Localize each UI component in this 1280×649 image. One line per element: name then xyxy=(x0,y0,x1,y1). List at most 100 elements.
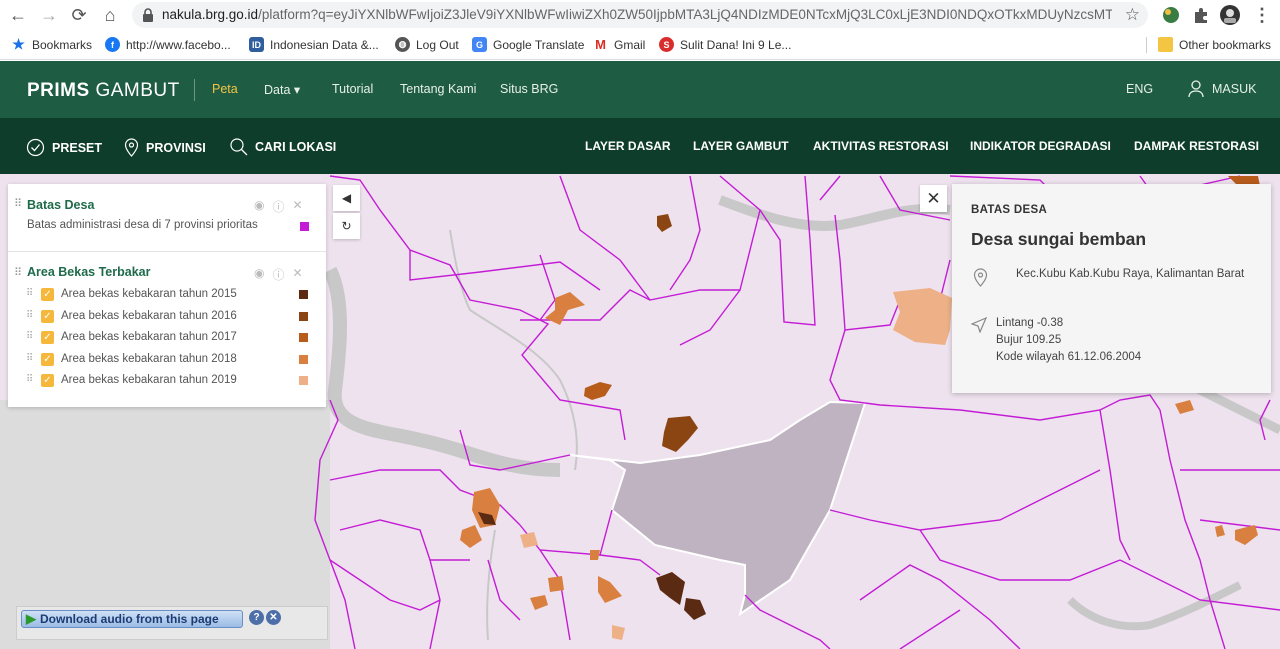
legend-item-2015[interactable]: ⠿ ✓ Area bekas kebakaran tahun 2015 xyxy=(26,286,321,304)
nav-situs-brg[interactable]: Situs BRG xyxy=(500,82,558,96)
reload-icon[interactable]: ⟳ xyxy=(67,3,91,27)
legend-swatch xyxy=(299,290,308,299)
feature-info-card: BATAS DESA Desa sungai bemban Kec.Kubu K… xyxy=(952,184,1271,393)
brand-divider xyxy=(194,79,195,101)
close-icon[interactable]: ✕ xyxy=(293,198,303,215)
close-info-button[interactable]: ✕ xyxy=(920,185,947,212)
other-bookmarks[interactable]: Other bookmarks xyxy=(1158,37,1271,52)
layer-legend-panel: ⠿ Batas Desa ◉ ⓘ ✕ Batas administrasi de… xyxy=(8,184,326,407)
check-circle-icon xyxy=(26,138,45,157)
drag-handle-icon[interactable]: ⠿ xyxy=(26,374,33,385)
layer-actions: ◉ ⓘ ✕ xyxy=(254,266,303,283)
legend-swatch xyxy=(300,222,309,231)
info-coordinates: Lintang -0.38 Bujur 109.25 Kode wilayah … xyxy=(996,315,1141,366)
extension-globe-icon[interactable] xyxy=(1160,4,1182,26)
browser-menu-icon[interactable]: ⋮ xyxy=(1250,3,1274,27)
url-text: nakula.brg.go.id/platform?q=eyJiYXNlbWFw… xyxy=(162,7,1112,22)
location-pin-icon xyxy=(973,268,988,287)
layer-checkbox[interactable]: ✓ xyxy=(41,331,54,344)
layer-checkbox[interactable]: ✓ xyxy=(41,288,54,301)
info-layer-label: BATAS DESA xyxy=(971,204,1048,216)
gmail-icon: M xyxy=(595,37,606,52)
layer-checkbox[interactable]: ✓ xyxy=(41,310,54,323)
info-icon[interactable]: ⓘ xyxy=(272,266,284,283)
bookmark-item[interactable]: ◍ Log Out xyxy=(395,37,459,52)
bookmark-item[interactable]: S Sulit Dana! Ini 9 Le... xyxy=(659,37,791,52)
provinsi-button[interactable]: PROVINSI xyxy=(124,138,206,157)
info-title: Desa sungai bemban xyxy=(971,229,1147,249)
drag-handle-icon[interactable]: ⠿ xyxy=(14,197,22,210)
bookmark-item[interactable]: G Google Translate xyxy=(472,37,584,52)
legend-item-2017[interactable]: ⠿ ✓ Area bekas kebakaran tahun 2017 xyxy=(26,329,321,347)
back-icon[interactable]: ← xyxy=(6,3,30,27)
tab-indikator-degradasi[interactable]: INDIKATOR DEGRADASI xyxy=(970,139,1111,153)
translate-icon: G xyxy=(472,37,487,52)
layer-checkbox[interactable]: ✓ xyxy=(41,353,54,366)
cari-lokasi-button[interactable]: CARI LOKASI xyxy=(230,138,336,156)
nav-data[interactable]: Data ▾ xyxy=(264,82,300,97)
download-audio-button[interactable]: ▶ Download audio from this page xyxy=(21,610,243,628)
nav-tutorial[interactable]: Tutorial xyxy=(332,82,373,96)
star-icon: ★ xyxy=(12,36,25,52)
tab-layer-dasar[interactable]: LAYER DASAR xyxy=(585,139,671,153)
preset-button[interactable]: PRESET xyxy=(26,138,102,157)
info-lintang: Lintang -0.38 xyxy=(996,317,1064,329)
legend-title-batas-desa: Batas Desa xyxy=(27,198,95,212)
legend-item-2018[interactable]: ⠿ ✓ Area bekas kebakaran tahun 2018 xyxy=(26,351,321,369)
legend-swatch xyxy=(299,312,308,321)
drag-handle-icon[interactable]: ⠿ xyxy=(26,331,33,342)
info-address: Kec.Kubu Kab.Kubu Raya, Kalimantan Barat xyxy=(1016,268,1245,280)
tab-aktivitas-restorasi[interactable]: AKTIVITAS RESTORASI xyxy=(813,139,949,153)
search-icon xyxy=(230,138,248,156)
bookmark-star-icon[interactable]: ☆ xyxy=(1125,5,1140,25)
eye-icon[interactable]: ◉ xyxy=(254,266,264,283)
facebook-icon: f xyxy=(105,37,120,52)
folder-icon xyxy=(1158,37,1173,52)
login-button[interactable]: MASUK xyxy=(1188,80,1256,97)
legend-item-2016[interactable]: ⠿ ✓ Area bekas kebakaran tahun 2016 xyxy=(26,308,321,326)
nav-peta[interactable]: Peta xyxy=(212,82,238,96)
profile-avatar-icon[interactable] xyxy=(1219,4,1241,26)
close-icon[interactable]: ✕ xyxy=(293,266,303,283)
tab-dampak-restorasi[interactable]: DAMPAK RESTORASI xyxy=(1134,139,1259,153)
drag-handle-icon[interactable]: ⠿ xyxy=(26,353,33,364)
brand-logo[interactable]: PRIMS GAMBUT xyxy=(27,80,180,102)
legend-item-2019[interactable]: ⠿ ✓ Area bekas kebakaran tahun 2019 xyxy=(26,372,321,390)
bookmarks-bar: ★ Bookmarks f http://www.facebo... ID Indon… xyxy=(0,30,1280,60)
app-header: PRIMS GAMBUT Peta Data ▾ Tutorial Tentan… xyxy=(0,61,1280,118)
bookmark-item[interactable]: M Gmail xyxy=(593,37,645,52)
eye-icon[interactable]: ◉ xyxy=(254,198,264,215)
bookmark-item[interactable]: f http://www.facebo... xyxy=(105,37,231,52)
forward-icon[interactable]: → xyxy=(37,3,61,27)
language-switch[interactable]: ENG xyxy=(1126,82,1153,96)
drag-handle-icon[interactable]: ⠿ xyxy=(26,288,33,299)
globe-icon: ◍ xyxy=(395,37,410,52)
legend-title-area-bekas-terbakar: Area Bekas Terbakar xyxy=(27,265,151,279)
info-kode: Kode wilayah 61.12.06.2004 xyxy=(996,351,1142,363)
help-icon[interactable]: ? xyxy=(249,610,264,625)
navigation-arrow-icon xyxy=(971,317,987,333)
extensions-puzzle-icon[interactable] xyxy=(1190,4,1212,26)
bookmark-item[interactable]: ID Indonesian Data &... xyxy=(249,37,379,52)
download-audio-bar: ▶ Download audio from this page ? ✕ xyxy=(16,606,328,640)
browser-toolbar: ← → ⟳ ⌂ nakula.brg.go.id/platform?q=eyJi… xyxy=(0,0,1280,30)
address-bar[interactable]: nakula.brg.go.id/platform?q=eyJiYXNlbWFw… xyxy=(132,2,1148,28)
nav-tentang-kami[interactable]: Tentang Kami xyxy=(400,82,476,96)
home-icon[interactable]: ⌂ xyxy=(98,3,122,27)
info-icon[interactable]: ⓘ xyxy=(272,198,284,215)
drag-handle-icon[interactable]: ⠿ xyxy=(26,310,33,321)
legend-swatch xyxy=(299,333,308,342)
layer-checkbox[interactable]: ✓ xyxy=(41,374,54,387)
bookmark-item[interactable]: ★ Bookmarks xyxy=(11,36,92,52)
sulit-icon: S xyxy=(659,37,674,52)
idl-icon: ID xyxy=(249,37,264,52)
collapse-panel-button[interactable]: ◀ xyxy=(333,185,360,211)
drag-handle-icon[interactable]: ⠿ xyxy=(14,266,22,279)
tab-layer-gambut[interactable]: LAYER GAMBUT xyxy=(693,139,789,153)
info-bujur: Bujur 109.25 xyxy=(996,334,1062,346)
close-icon[interactable]: ✕ xyxy=(266,610,281,625)
refresh-icon: ↻ xyxy=(341,219,352,233)
map-toolbar: PRESET PROVINSI CARI LOKASI LAYER DASAR … xyxy=(0,118,1280,174)
refresh-button[interactable]: ↻ xyxy=(333,213,360,239)
legend-swatch xyxy=(299,376,308,385)
